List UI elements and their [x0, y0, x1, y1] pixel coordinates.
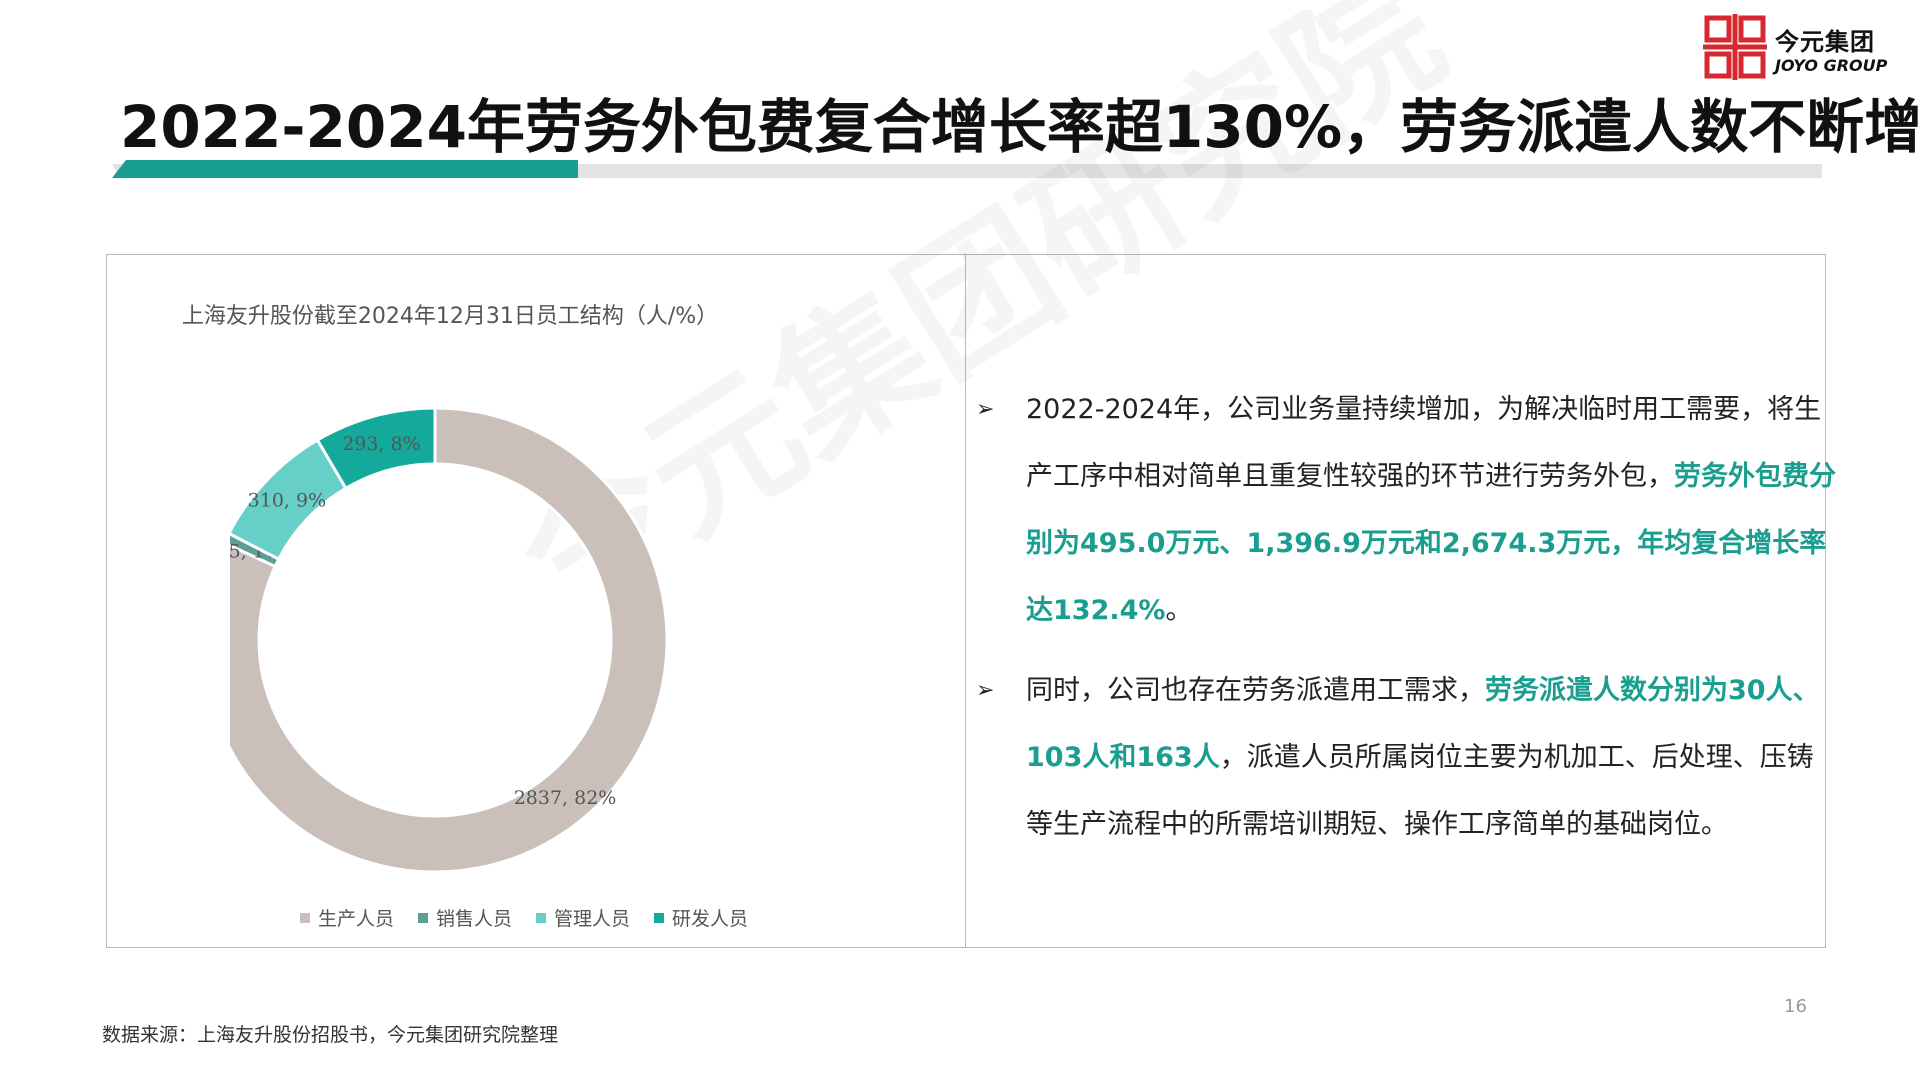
arrow-bullet-icon: ➢: [976, 397, 995, 422]
legend-item-3: 管理人员: [536, 904, 630, 931]
page-number: 16: [1784, 996, 1807, 1017]
data-source-note: 数据来源：上海友升股份招股书，今元集团研究院整理: [102, 1024, 559, 1046]
legend-swatch: [418, 912, 429, 923]
legend-label: 研发人员: [672, 908, 749, 930]
donut-data-label-4: 293, 8%: [342, 433, 421, 455]
bullet-list: ➢ 2022-2024年，公司业务量持续增加，为解决临时用工需要，将生产工序中相对…: [976, 376, 1836, 871]
logo-name-cn: 今元集团: [1775, 28, 1875, 56]
legend-label: 管理人员: [554, 908, 631, 930]
legend-item-2: 销售人员: [418, 904, 512, 931]
legend-label: 生产人员: [318, 908, 395, 930]
legend-item-1: 生产人员: [300, 904, 394, 931]
panel-divider: [965, 255, 966, 947]
company-logo-mark-icon: [1703, 14, 1767, 80]
page-title: 2022-2024年劳务外包费复合增长率超130%，劳务派遣人数不断增加: [120, 93, 1920, 161]
bullet-item-2: ➢ 同时，公司也存在劳务派遣用工需求，劳务派遣人数分别为30人、103人和163人…: [976, 657, 1836, 858]
title-underline-bar: [112, 160, 1822, 178]
legend-swatch: [300, 912, 310, 923]
legend-swatch: [536, 912, 547, 923]
bullet-text: 。: [1165, 595, 1193, 626]
donut-data-label-3: 310, 9%: [248, 490, 327, 512]
bullet-text: 同时，公司也存在劳务派遣用工需求，: [1026, 675, 1485, 706]
legend-swatch: [654, 912, 665, 923]
legend-item-4: 研发人员: [654, 904, 748, 931]
arrow-bullet-icon: ➢: [976, 678, 995, 703]
bullet-item-1: ➢ 2022-2024年，公司业务量持续增加，为解决临时用工需要，将生产工序中相对…: [976, 376, 1836, 644]
chart-legend: 生产人员 销售人员 管理人员 研发人员: [300, 904, 748, 931]
donut-chart: 2837, 82%25, 1%310, 9%293, 8%: [230, 406, 669, 874]
donut-data-label-1: 2837, 82%: [514, 787, 617, 809]
legend-label: 销售人员: [436, 908, 513, 930]
company-logo: 今元集团 JOYO GROUP: [1703, 14, 1893, 84]
chart-title: 上海友升股份截至2024年12月31日员工结构（人/%）: [181, 304, 719, 329]
logo-name-en: JOYO GROUP: [1775, 56, 1888, 75]
